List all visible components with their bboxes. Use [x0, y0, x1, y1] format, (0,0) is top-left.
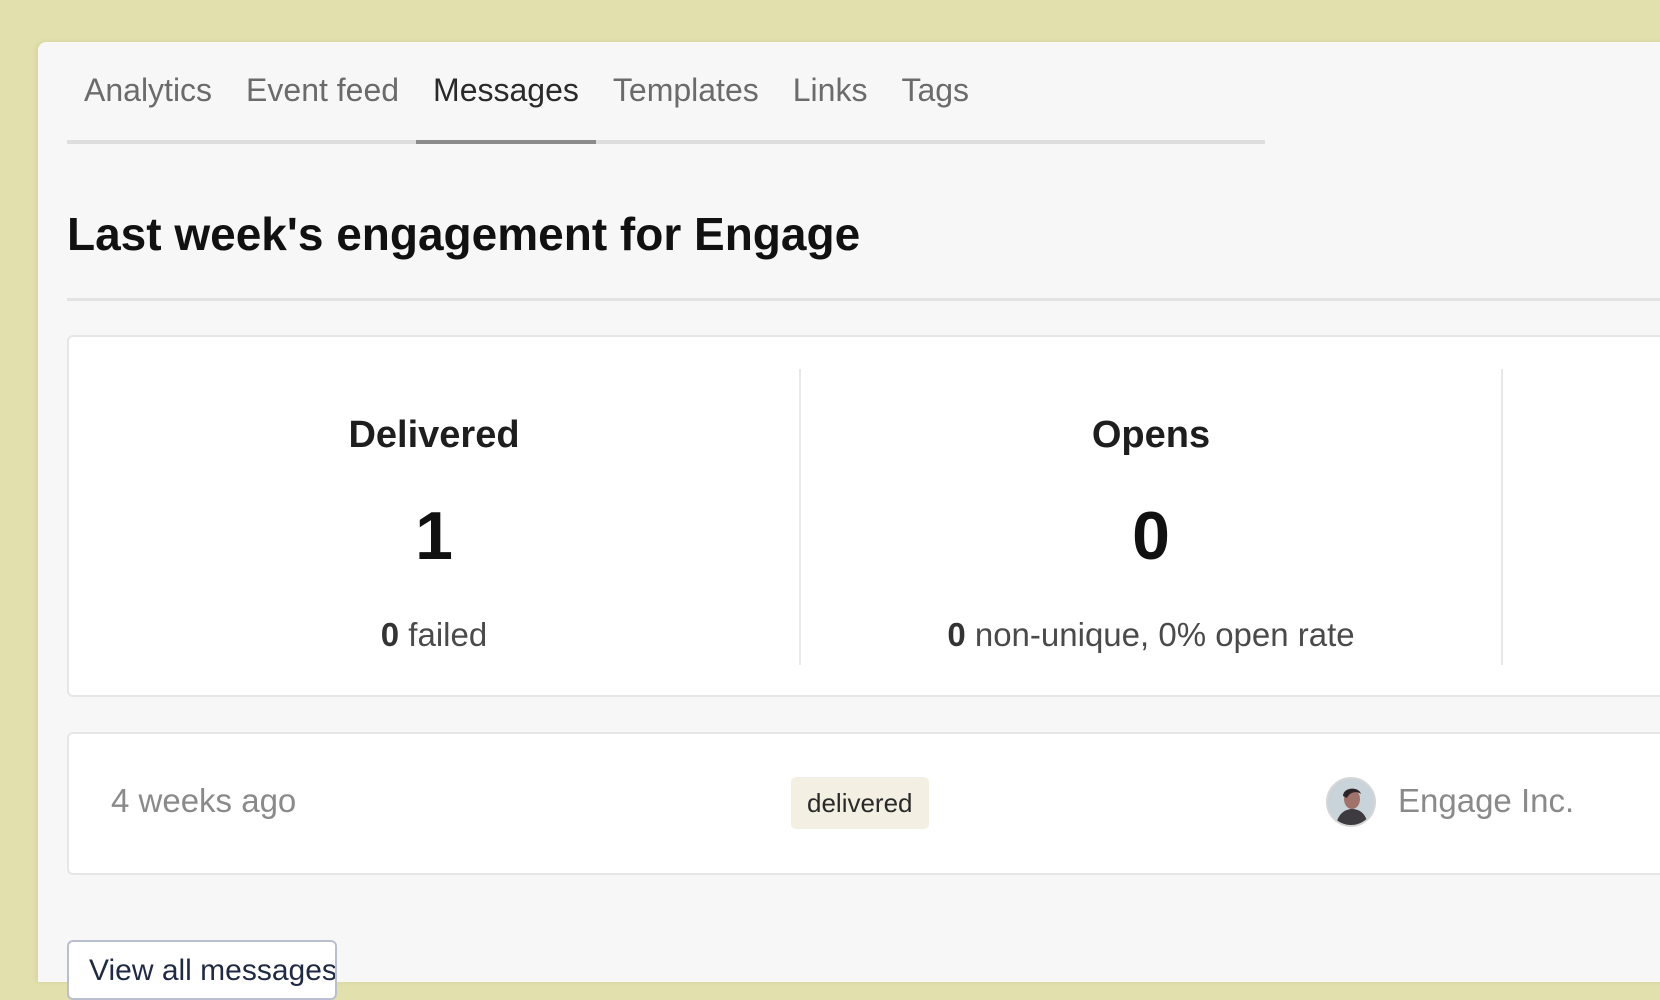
stat-subtext: 0 failed — [69, 616, 799, 654]
user-avatar-icon — [1328, 779, 1374, 825]
stat-label: Delivered — [348, 414, 520, 456]
stat-label: Opens — [1091, 414, 1211, 456]
stat-value: 0 — [1132, 498, 1170, 574]
message-row[interactable]: 4 weeks ago delivered Engage Inc. — [67, 732, 1660, 875]
stat-delivered: Delivered 1 0 failed — [69, 369, 799, 665]
tab-tags[interactable]: Tags — [884, 42, 986, 140]
avatar — [1326, 777, 1376, 827]
tab-templates[interactable]: Templates — [596, 42, 776, 140]
stat-value: 1 — [415, 498, 453, 574]
tab-links[interactable]: Links — [776, 42, 885, 140]
stat-opens: Opens 0 0 non-unique, 0% open rate — [799, 369, 1503, 665]
message-sender: Engage Inc. — [1398, 782, 1575, 819]
tab-event-feed[interactable]: Event feed — [229, 42, 416, 140]
page-title: Last week's engagement for Engage — [67, 208, 861, 260]
tab-analytics[interactable]: Analytics — [67, 42, 229, 140]
non-unique-count: 0 — [947, 616, 966, 653]
status-badge: delivered — [791, 777, 929, 829]
tab-bar: Analytics Event feed Messages Templates … — [67, 42, 1265, 144]
stats-card: Delivered 1 0 failed Opens 0 0 non-uniqu… — [67, 335, 1660, 697]
stat-subtext: 0 non-unique, 0% open rate — [801, 616, 1501, 654]
open-rate-text: non-unique, 0% open rate — [965, 616, 1355, 653]
failed-text: failed — [399, 616, 488, 653]
main-panel: Analytics Event feed Messages Templates … — [38, 42, 1660, 1000]
message-time: 4 weeks ago — [111, 782, 297, 819]
view-all-messages-button[interactable]: View all messages — [67, 940, 337, 1000]
failed-count: 0 — [380, 616, 400, 653]
tab-messages[interactable]: Messages — [416, 42, 596, 144]
title-divider — [67, 298, 1660, 301]
